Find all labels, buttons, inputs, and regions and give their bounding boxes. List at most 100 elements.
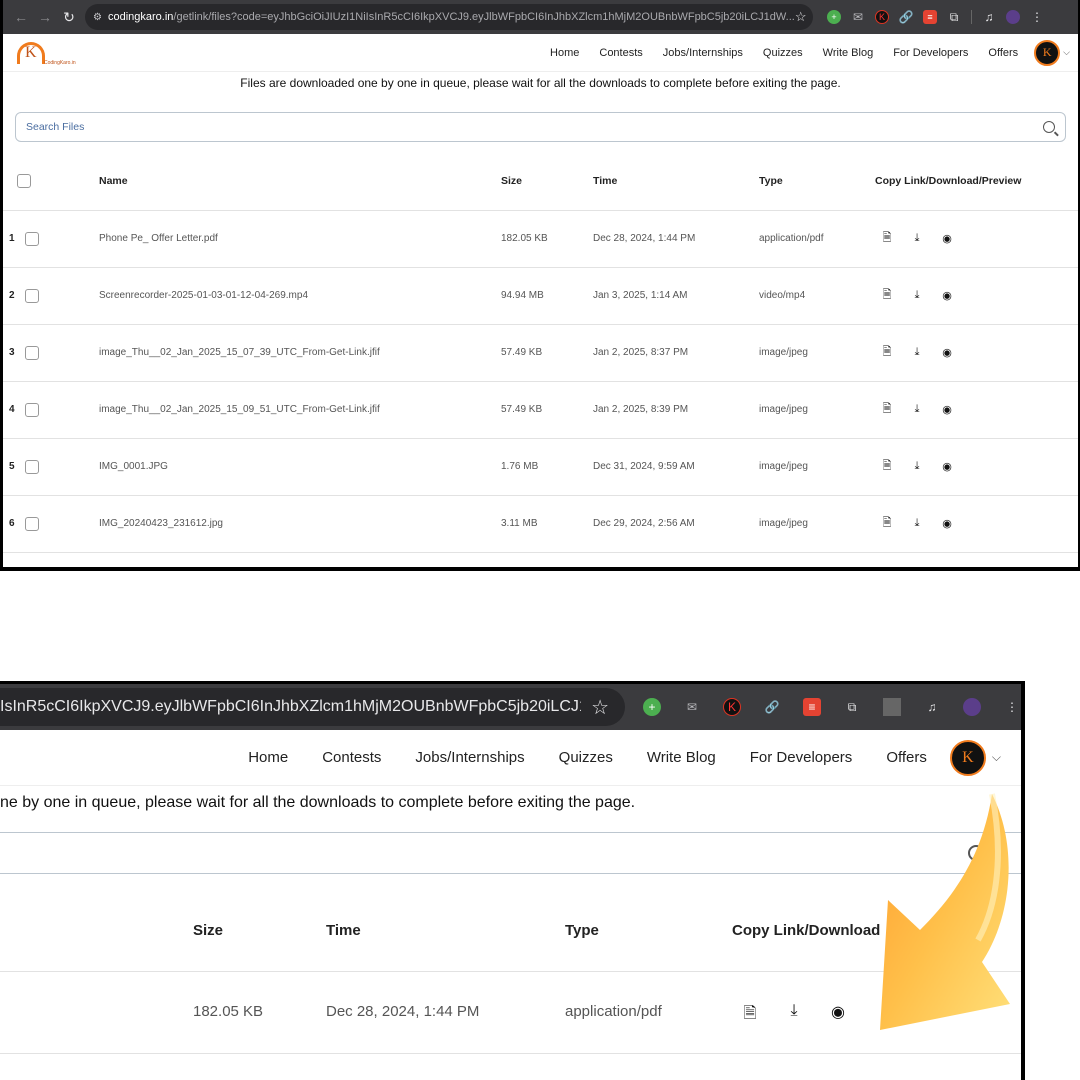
row-checkbox[interactable] [25, 345, 39, 360]
star-icon[interactable]: ☆ [795, 9, 807, 25]
copy-link-icon[interactable]: 🗎 [881, 343, 893, 362]
nav-offers[interactable]: Offers [869, 749, 944, 766]
mail-extension-icon[interactable]: ✉ [851, 10, 865, 24]
header-actions: Copy Link/Download/Preview [875, 152, 1078, 211]
nav-offers[interactable]: Offers [978, 47, 1028, 59]
table-row[interactable]: 1 Phone Pe_ Offer Letter.pdf 182.05 KB Dec … [3, 210, 1078, 268]
header-size[interactable]: Size [501, 152, 593, 211]
back-icon[interactable]: ← [9, 5, 33, 29]
logo-letter: K [25, 43, 37, 61]
download-icon[interactable]: ⤓ [911, 232, 923, 245]
nav-write-blog[interactable]: Write Blog [630, 749, 733, 766]
mail-extension-icon[interactable]: ✉ [683, 698, 701, 716]
search-icon[interactable] [1043, 121, 1055, 133]
extensions-puzzle-icon[interactable]: ⧉ [947, 10, 961, 24]
chevron-down-icon[interactable]: ⌵ [992, 750, 1001, 765]
user-avatar[interactable]: K [949, 739, 986, 776]
copy-link-icon[interactable]: 🗎 [881, 514, 893, 533]
star-icon[interactable]: ☆ [591, 695, 609, 720]
row-checkbox[interactable] [25, 288, 39, 303]
row-checkbox[interactable] [25, 402, 39, 417]
row-actions: 🗎 ⤓ ◉ [875, 267, 1078, 325]
user-avatar[interactable]: K [1034, 39, 1061, 66]
profile-avatar[interactable] [1006, 10, 1020, 24]
media-queue-icon[interactable]: ♫ [982, 10, 996, 24]
link-extension-icon[interactable]: 🔗 [899, 10, 914, 24]
copy-link-icon[interactable]: 🗎 [742, 1002, 758, 1029]
zoomed-table-row[interactable]: 182.05 KB Dec 28, 2024, 1:44 PM applicat… [0, 972, 1021, 1054]
nav-write-blog[interactable]: Write Blog [813, 47, 884, 59]
reload-icon[interactable]: ↻ [57, 5, 81, 29]
copy-link-icon[interactable]: 🗎 [881, 229, 893, 248]
url-host: codingkaro.in [107, 11, 174, 23]
download-icon[interactable]: ⤓ [911, 346, 923, 359]
header-type[interactable]: Type [759, 152, 875, 211]
download-icon[interactable]: ⤓ [911, 403, 923, 416]
nav-home[interactable]: Home [540, 47, 589, 59]
preview-eye-icon[interactable]: ◉ [941, 517, 953, 530]
codingkaro-extension-icon[interactable]: K [875, 10, 889, 24]
zoomed-search-field[interactable] [0, 832, 1021, 874]
nav-jobs[interactable]: Jobs/Internships [653, 47, 753, 59]
preview-eye-icon[interactable]: ◉ [941, 232, 953, 245]
header-name[interactable]: Name [99, 152, 501, 211]
nav-jobs[interactable]: Jobs/Internships [398, 749, 541, 766]
row-actions: 🗎 ⤓ ◉ [742, 1002, 846, 1029]
select-all-checkbox[interactable] [17, 173, 31, 188]
nav-for-developers[interactable]: For Developers [733, 749, 870, 766]
row-checkbox[interactable] [25, 231, 39, 246]
row-number: 6 [9, 518, 15, 530]
extensions-puzzle-icon[interactable]: ⧉ [843, 698, 861, 716]
nav-quizzes[interactable]: Quizzes [542, 749, 630, 766]
kebab-menu-icon[interactable]: ⋮ [1003, 698, 1021, 716]
site-settings-icon[interactable]: ⚙ [93, 10, 102, 24]
nav-quizzes[interactable]: Quizzes [753, 47, 813, 59]
header-time[interactable]: Time [593, 152, 759, 211]
files-table-body: 1 Phone Pe_ Offer Letter.pdf 182.05 KB Dec … [3, 210, 1078, 553]
header-time[interactable]: Time [326, 922, 361, 939]
table-row[interactable]: 4 image_Thu__02_Jan_2025_15_09_51_UTC_Fro… [3, 381, 1078, 439]
header-type[interactable]: Type [565, 922, 599, 939]
copy-link-icon[interactable]: 🗎 [881, 286, 893, 305]
address-bar[interactable]: ⚙ codingkaro.in /getlink/files?code=eyJh… [85, 4, 813, 30]
row-checkbox[interactable] [25, 459, 39, 474]
table-row[interactable]: 5 IMG_0001.JPG 1.76 MB Dec 31, 2024, 9:59 A… [3, 438, 1078, 496]
copy-link-icon[interactable]: 🗎 [881, 457, 893, 476]
nav-contests[interactable]: Contests [589, 47, 652, 59]
preview-eye-icon[interactable]: ◉ [941, 289, 953, 302]
forward-icon[interactable]: → [33, 5, 57, 29]
row-time: Dec 28, 2024, 1:44 PM [326, 1003, 480, 1020]
preview-eye-icon[interactable]: ◉ [941, 346, 953, 359]
download-icon[interactable]: ⤓ [911, 289, 923, 302]
nav-contests[interactable]: Contests [305, 749, 398, 766]
todoist-extension-icon[interactable]: ≡ [923, 10, 937, 24]
profile-avatar[interactable] [963, 698, 981, 716]
table-row[interactable]: 6 IMG_20240423_231612.jpg 3.11 MB Dec 29, 2… [3, 495, 1078, 553]
green-plus-extension-icon[interactable]: + [643, 698, 661, 716]
nav-home[interactable]: Home [231, 749, 305, 766]
copy-link-icon[interactable]: 🗎 [881, 400, 893, 419]
header-size[interactable]: Size [193, 922, 223, 939]
download-icon[interactable]: ⤓ [911, 517, 923, 530]
media-queue-icon[interactable]: ♫ [923, 698, 941, 716]
nav-for-developers[interactable]: For Developers [883, 47, 978, 59]
preview-eye-icon[interactable]: ◉ [941, 403, 953, 416]
download-icon[interactable]: ⤓ [911, 460, 923, 473]
download-icon[interactable]: ⤓ [786, 1002, 802, 1029]
zoomed-table-header: Size Time Type Copy Link/Download [0, 874, 1021, 972]
preview-eye-icon[interactable]: ◉ [830, 1002, 846, 1029]
site-logo[interactable]: K CodingKaro.in [11, 36, 89, 70]
preview-eye-icon[interactable]: ◉ [941, 460, 953, 473]
kebab-menu-icon[interactable]: ⋮ [1030, 10, 1044, 24]
table-row[interactable]: 3 image_Thu__02_Jan_2025_15_07_39_UTC_Fro… [3, 324, 1078, 382]
green-plus-extension-icon[interactable]: + [827, 10, 841, 24]
chevron-down-icon[interactable]: ⌵ [1063, 47, 1070, 58]
zoomed-address-bar[interactable]: IsInR5cCI6IkpXVCJ9.eyJlbWFpbCI6InJhbXZlc… [0, 688, 625, 726]
search-files-field[interactable]: Search Files [15, 112, 1066, 142]
todoist-extension-icon[interactable]: ≡ [803, 698, 821, 716]
row-checkbox[interactable] [25, 516, 39, 531]
table-row[interactable]: 2 Screenrecorder-2025-01-03-01-12-04-269.… [3, 267, 1078, 325]
codingkaro-extension-icon[interactable]: K [723, 698, 741, 716]
link-extension-icon[interactable]: 🔗 [763, 698, 781, 716]
row-type: video/mp4 [759, 267, 875, 325]
